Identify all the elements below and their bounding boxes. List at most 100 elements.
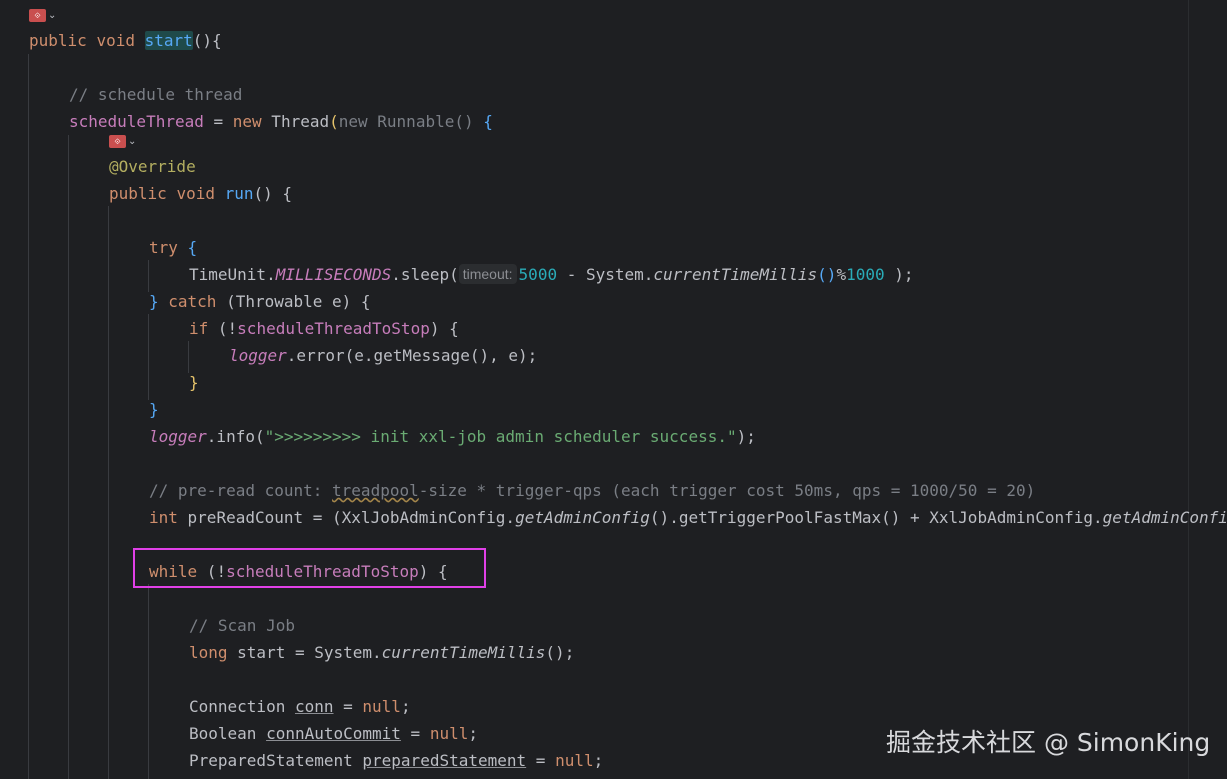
code-text: ); [884,265,914,284]
indent-guide [28,54,29,779]
static-method: currentTimeMillis [381,643,546,662]
variable-name: conn [294,697,334,716]
annotation: @Override [109,157,196,176]
variable-name: connAutoCommit [266,724,401,743]
keyword: void [176,184,215,203]
keyword: null [429,724,469,743]
code-text: ().getTriggerPoolFastMax() + XxlJobAdmin… [649,508,1103,527]
code-line[interactable]: logger.info(">>>>>>>>> init xxl-job admi… [149,423,756,450]
method-name: run [224,184,254,203]
keyword: int [149,508,178,527]
gutter-marker[interactable]: ⟐ ⌄ [109,135,136,148]
code-text: TimeUnit. [189,265,276,284]
code-text: = [203,112,233,131]
code-text: () [817,265,837,284]
code-line[interactable]: } catch (Throwable e) { [149,288,371,315]
logger-field: logger [149,427,207,446]
code-line[interactable]: logger.error(e.getMessage(), e); [229,342,537,369]
code-line[interactable]: } [189,369,199,396]
code-line[interactable]: int preReadCount = (XxlJobAdminConfig.ge… [149,504,1227,531]
keyword: try [149,238,178,257]
code-text: } [149,292,169,311]
typo-warning: treadpool [332,481,419,500]
code-text: preReadCount = (XxlJobAdminConfig. [177,508,516,527]
code-text: () { [253,184,293,203]
gutter-marker[interactable]: ⟐ ⌄ [29,9,56,22]
folded-code: new Runnable() [338,112,474,131]
code-text: ; [593,751,604,770]
static-method: getAdminConfig [515,508,650,527]
indent-guide [148,314,149,400]
highlight-box [133,548,486,588]
code-line[interactable]: long start = System.currentTimeMillis(); [189,639,574,666]
parameter-hint: timeout: [458,264,517,284]
code-text: { [473,112,493,131]
number-literal: 1000 [846,265,885,284]
field-name: scheduleThreadToStop [237,319,430,338]
code-text: (); [545,643,575,662]
code-text: (){ [192,31,222,50]
code-comment: // schedule thread [69,85,243,104]
keyword: void [96,31,135,50]
code-text: = [526,751,556,770]
code-comment: // pre-read count: [149,481,333,500]
type-name: Connection [189,697,295,716]
code-line[interactable]: Boolean connAutoCommit = null; [189,720,478,747]
code-text: = [400,724,430,743]
logger-field: logger [229,346,287,365]
code-text: ); [736,427,756,446]
code-text: ; [400,697,411,716]
keyword: catch [168,292,217,311]
code-line[interactable]: // Scan Job [189,612,295,639]
code-line[interactable]: } [149,396,159,423]
indent-guide [148,584,149,779]
code-line[interactable]: TimeUnit.MILLISECONDS.sleep(timeout: 5000… [189,261,914,288]
keyword: null [362,697,401,716]
right-margin-guide [1188,0,1189,779]
variable-name: preparedStatement [362,751,527,770]
code-text: % [836,265,847,284]
code-line[interactable]: // schedule thread [69,81,242,108]
code-text: .sleep( [391,265,459,284]
constant-name: MILLISECONDS [275,265,392,284]
string-literal: ">>>>>>>>> init xxl-job admin scheduler … [264,427,737,446]
method-name: start [144,31,193,50]
chevron-down-icon: ⌄ [128,136,137,147]
indent-guide [68,135,69,779]
code-line[interactable]: // pre-read count: treadpool-size * trig… [149,477,1035,504]
code-line[interactable]: if (!scheduleThreadToStop) { [189,315,459,342]
code-text: .info( [206,427,265,446]
indent-guide [108,206,109,779]
field-name: scheduleThread [69,112,204,131]
code-text: ) { [429,319,459,338]
static-method: getAdminConfig [1102,508,1227,527]
keyword: long [189,643,228,662]
code-editor[interactable]: ⟐ ⌄ ⟐ ⌄ public void start(){ // schedule… [0,0,1227,779]
number-literal: 5000 [518,265,558,284]
code-line[interactable]: public void start(){ [29,27,222,54]
code-text: } [149,400,159,419]
code-text: (! [208,319,238,338]
type-name: Boolean [189,724,267,743]
code-text: (Throwable e) { [216,292,371,311]
code-line[interactable]: Connection conn = null; [189,693,411,720]
code-line[interactable]: try { [149,234,197,261]
code-text: - System. [557,265,654,284]
keyword: null [555,751,594,770]
code-line[interactable]: PreparedStatement preparedStatement = nu… [189,747,603,774]
keyword: new [232,112,262,131]
keyword: public [29,31,87,50]
code-line[interactable]: public void run() { [109,180,292,207]
chevron-down-icon: ⌄ [48,10,57,21]
static-method: currentTimeMillis [653,265,818,284]
plugin-badge-icon: ⟐ [109,135,126,148]
code-text: Thread [261,112,330,131]
code-comment: // Scan Job [189,616,295,635]
code-text: { [177,238,198,257]
type-name: PreparedStatement [189,751,363,770]
code-line[interactable]: scheduleThread = new Thread(new Runnable… [69,108,493,135]
code-text: ; [468,724,478,743]
code-line[interactable]: @Override [109,153,196,180]
code-comment: -size * trigger-qps (each trigger cost 5… [418,481,1036,500]
code-text: start = System. [227,643,382,662]
